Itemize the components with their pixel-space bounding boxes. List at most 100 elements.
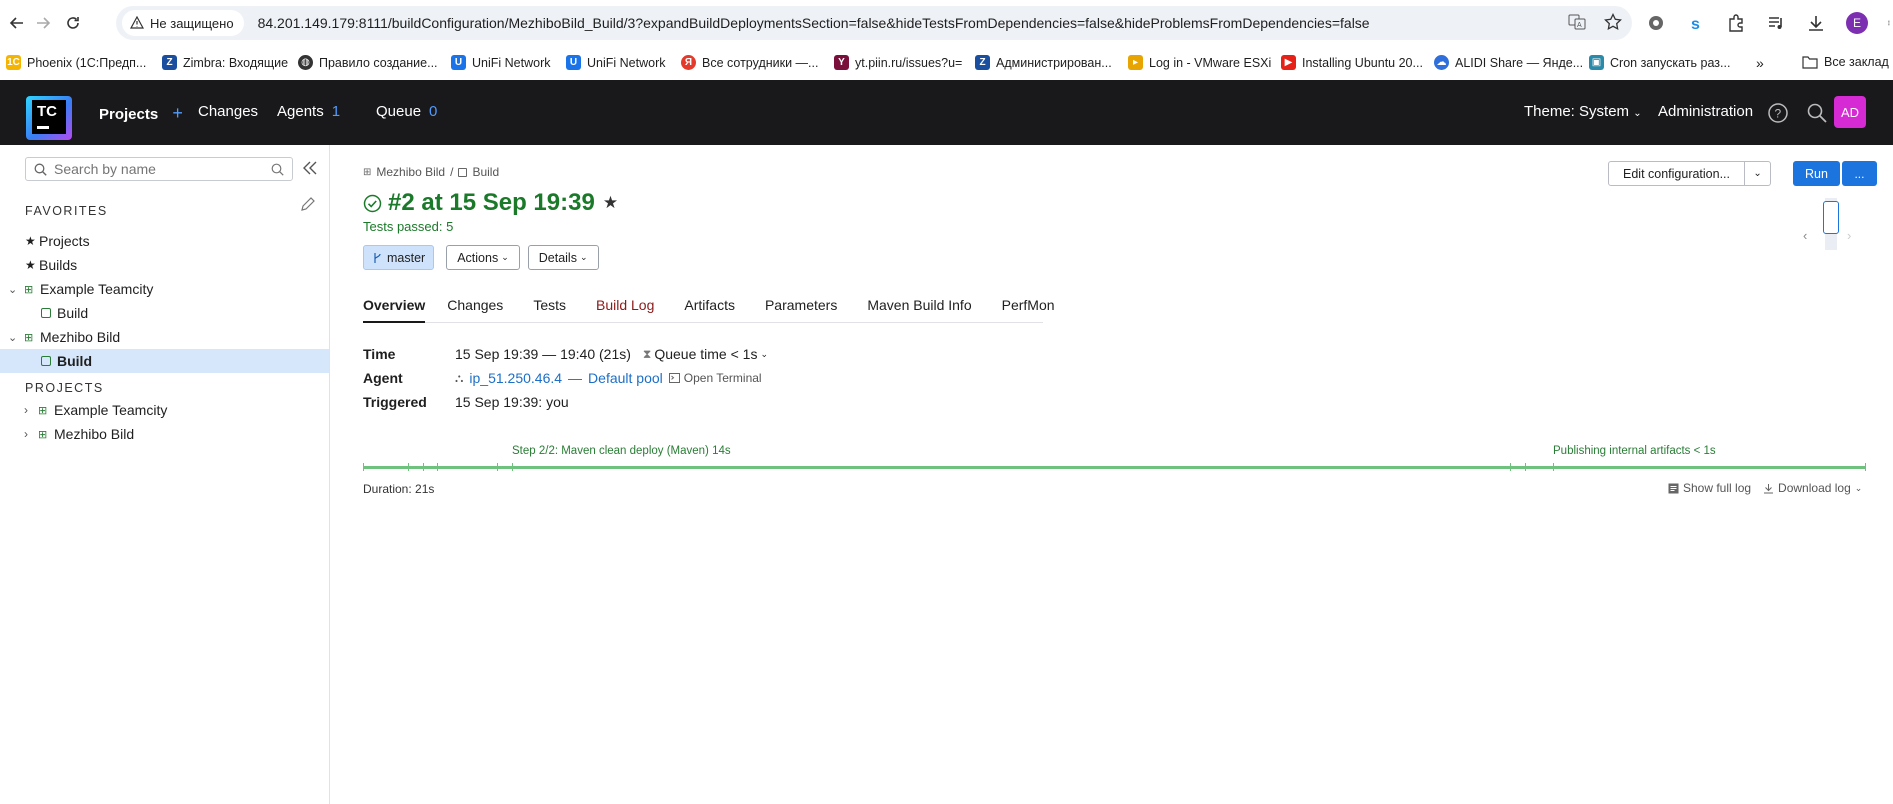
- sidebar-search[interactable]: [25, 157, 293, 181]
- bookmark-item[interactable]: U UniFi Network: [566, 55, 666, 70]
- sidebar-search-input[interactable]: [54, 161, 254, 177]
- chevron-down-icon: ⌄: [760, 348, 769, 359]
- agent-link[interactable]: ip_51.250.46.4: [469, 370, 562, 386]
- tab-changes[interactable]: Changes: [447, 297, 503, 323]
- chevron-right-icon[interactable]: ›: [24, 427, 38, 441]
- nav-agents-label: Agents: [277, 103, 324, 120]
- folder-icon: [1802, 56, 1818, 69]
- tree-item-example-teamcity[interactable]: ⌄ ⊞ Example Teamcity: [0, 277, 329, 301]
- chevron-right-icon[interactable]: ›: [24, 403, 38, 417]
- bookmark-label: Zimbra: Входящие: [183, 55, 289, 70]
- timeline-step-label[interactable]: Step 2/2: Maven clean deploy (Maven) 14s: [512, 445, 731, 457]
- address-bar[interactable]: Не защищено 84.201.149.179:8111/buildCon…: [116, 6, 1632, 40]
- tab-build-log[interactable]: Build Log: [596, 297, 654, 323]
- plus-icon[interactable]: +: [172, 103, 183, 123]
- build-status-text[interactable]: Tests passed: 5: [363, 219, 453, 234]
- star-filled-icon[interactable]: ★: [603, 193, 618, 213]
- extension-icon[interactable]: [1646, 13, 1666, 33]
- translate-icon[interactable]: A: [1568, 13, 1586, 31]
- download-log-link[interactable]: Download log ⌄: [1763, 481, 1862, 495]
- bookmarks-bar: 1С Phoenix (1С:Предп... Z Zimbra: Входящ…: [0, 46, 1893, 80]
- tree-item-mezhibo-bild[interactable]: ⌄ ⊞ Mezhibo Bild: [0, 325, 329, 349]
- bookmark-item[interactable]: Я Все сотрудники —...: [681, 55, 818, 70]
- tab-perfmon[interactable]: PerfMon: [1002, 297, 1055, 323]
- tab-maven-build-info[interactable]: Maven Build Info: [867, 297, 971, 323]
- triggered-label: Triggered: [363, 394, 427, 410]
- reload-button[interactable]: [60, 10, 86, 36]
- queue-count: 0: [429, 103, 438, 120]
- timeline-bar[interactable]: [363, 466, 1866, 469]
- help-icon[interactable]: ?: [1767, 102, 1789, 124]
- bookmark-item[interactable]: ☁ ALIDI Share — Янде...: [1434, 55, 1583, 70]
- favorite-item-builds[interactable]: ★ Builds: [0, 253, 329, 277]
- bookmark-item[interactable]: U UniFi Network: [451, 55, 551, 70]
- breadcrumb-project[interactable]: Mezhibo Bild: [376, 165, 445, 179]
- chevron-left-icon[interactable]: ‹: [1803, 228, 1807, 243]
- chevron-down-icon[interactable]: ⌄: [8, 331, 24, 344]
- user-avatar[interactable]: AD: [1834, 96, 1866, 128]
- nav-projects[interactable]: Projects +: [99, 103, 183, 124]
- media-icon[interactable]: [1766, 13, 1786, 33]
- bookmark-item[interactable]: Y yt.piin.ru/issues?u=: [834, 55, 962, 70]
- bookmark-item[interactable]: ◍ Правило создание...: [298, 55, 438, 70]
- url-text[interactable]: 84.201.149.179:8111/buildConfiguration/M…: [258, 15, 1370, 31]
- bookmark-item[interactable]: ▣ Cron запускать раз...: [1589, 55, 1730, 70]
- security-label: Не защищено: [150, 15, 234, 31]
- favorite-item-projects[interactable]: ★ Projects: [0, 229, 329, 253]
- tab-tests[interactable]: Tests: [533, 297, 566, 323]
- star-icon[interactable]: [1604, 13, 1622, 31]
- nav-changes[interactable]: Changes: [198, 103, 258, 120]
- project-item-example-teamcity[interactable]: › ⊞ Example Teamcity: [0, 398, 329, 422]
- run-options-button[interactable]: ...: [1841, 161, 1877, 186]
- timeline-publish-label[interactable]: Publishing internal artifacts < 1s: [1553, 445, 1716, 457]
- bookmarks-overflow-button[interactable]: »: [1756, 55, 1764, 71]
- svg-text:?: ?: [1775, 107, 1782, 121]
- queue-time-toggle[interactable]: ⧗ Queue time < 1s ⌄: [643, 346, 768, 362]
- build-navigator-marker[interactable]: [1823, 201, 1839, 234]
- teamcity-logo[interactable]: TC: [26, 96, 74, 142]
- tab-overview[interactable]: Overview: [363, 297, 426, 323]
- search-icon: [34, 163, 47, 176]
- chevron-down-icon[interactable]: ⌄: [8, 283, 24, 296]
- show-full-log-link[interactable]: Show full log: [1668, 481, 1751, 495]
- run-button[interactable]: Run: [1793, 161, 1840, 186]
- nav-agents[interactable]: Agents 1: [277, 103, 340, 120]
- profile-avatar[interactable]: E: [1846, 12, 1868, 34]
- skype-icon[interactable]: s: [1686, 13, 1706, 33]
- tab-artifacts[interactable]: Artifacts: [684, 297, 735, 323]
- bookmark-item[interactable]: ▶ Installing Ubuntu 20...: [1281, 55, 1423, 70]
- all-bookmarks-button[interactable]: Все заклад: [1802, 55, 1889, 69]
- forward-button[interactable]: [30, 10, 56, 36]
- download-icon[interactable]: [1806, 13, 1826, 33]
- bookmark-item[interactable]: 1С Phoenix (1С:Предп...: [6, 55, 146, 70]
- tab-parameters[interactable]: Parameters: [765, 297, 837, 323]
- search-submit-icon[interactable]: [271, 163, 284, 176]
- edit-configuration-dropdown[interactable]: ⌄: [1745, 161, 1772, 186]
- menu-kebab-icon[interactable]: [1888, 13, 1893, 33]
- agent-pool-link[interactable]: Default pool: [588, 370, 663, 386]
- details-button[interactable]: Details ⌄: [527, 245, 599, 270]
- breadcrumb-config[interactable]: Build: [472, 165, 499, 179]
- security-chip[interactable]: Не защищено: [122, 10, 244, 36]
- edit-configuration-button[interactable]: Edit configuration...: [1608, 161, 1746, 186]
- chevron-right-icon[interactable]: ›: [1847, 228, 1851, 243]
- star-filled-icon: ★: [25, 234, 36, 248]
- actions-button[interactable]: Actions ⌄: [446, 245, 520, 270]
- puzzle-icon[interactable]: [1726, 13, 1746, 33]
- edit-favorites-icon[interactable]: [300, 196, 316, 212]
- open-terminal-button[interactable]: Open Terminal: [668, 371, 762, 385]
- tree-item-build-selected[interactable]: Build: [0, 349, 329, 373]
- nav-administration[interactable]: Administration: [1658, 103, 1753, 120]
- back-button[interactable]: [4, 10, 30, 36]
- search-icon[interactable]: [1806, 102, 1828, 124]
- project-item-mezhibo-bild[interactable]: › ⊞ Mezhibo Bild: [0, 422, 329, 446]
- bookmark-item[interactable]: ▸ Log in - VMware ESXi: [1128, 55, 1271, 70]
- nav-queue[interactable]: Queue 0: [376, 103, 437, 120]
- collapse-sidebar-icon[interactable]: [302, 160, 318, 176]
- bookmark-item[interactable]: Z Администрирован...: [975, 55, 1112, 70]
- tree-item-build[interactable]: Build: [0, 301, 329, 325]
- branch-pill[interactable]: master: [363, 245, 435, 270]
- bookmark-item[interactable]: Z Zimbra: Входящие: [162, 55, 288, 70]
- timeline-tick: [1510, 463, 1511, 471]
- theme-switcher[interactable]: Theme: System ⌄: [1524, 103, 1642, 120]
